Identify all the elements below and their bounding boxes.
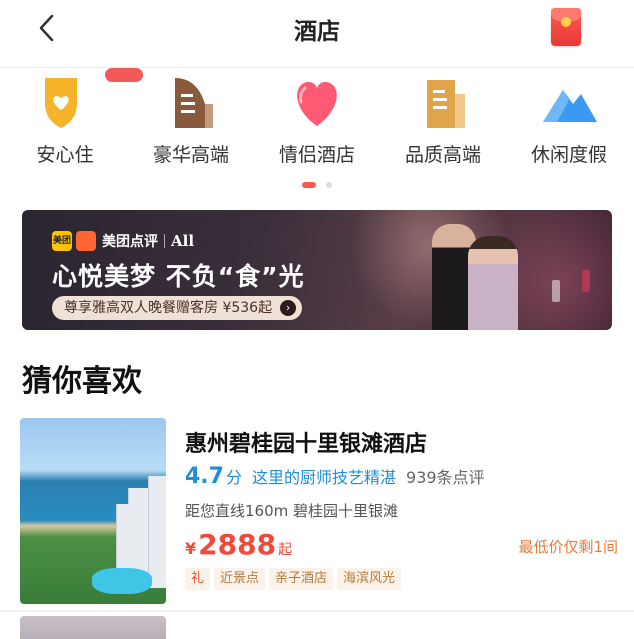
top-nav-bar: 酒店 (0, 0, 634, 68)
hotel-tag: 近景点 (214, 568, 266, 590)
shield-heart-icon (35, 68, 143, 130)
dianping-logo-icon (76, 231, 96, 251)
brand-divider (164, 234, 165, 248)
price-suffix: 起 (278, 542, 293, 558)
hotel-score: 4.7 (185, 464, 224, 489)
meituan-logo: 美团 (52, 231, 72, 251)
category-label: 情侣酒店 (278, 144, 355, 166)
hotel-tags: 礼 近景点 亲子酒店 海滨风光 (185, 568, 405, 590)
category-safe-stay[interactable]: 安心住 (2, 68, 143, 167)
category-couple[interactable]: 情侣酒店 (254, 68, 380, 167)
card-divider (0, 610, 634, 612)
promo-banner[interactable]: 美团 美团点评 All 心悦美梦 不负“食”光 尊享雅高双人晚餐赠客房 ¥536… (22, 210, 612, 330)
category-pager (0, 174, 634, 193)
hotel-tag-gift: 礼 (185, 568, 211, 590)
hotel-review-highlight: 这里的厨师技艺精湛 (252, 468, 397, 487)
section-title: 猜你喜欢 (22, 364, 142, 399)
banner-figure-woman (468, 236, 518, 330)
next-hotel-photo[interactable] (20, 616, 166, 639)
chevron-right-icon: › (280, 300, 297, 316)
banner-photo-couple (422, 218, 532, 330)
category-grid: 安心住 豪华高端 情侣酒店 品质高端 休闲度假 (0, 68, 634, 188)
banner-cta-label: 尊享雅高双人晚餐赠客房 ¥536起 (64, 300, 273, 316)
hotel-photo (20, 418, 166, 604)
hotel-tag: 亲子酒店 (269, 568, 334, 590)
pager-dot (325, 181, 332, 188)
luxury-building-icon (161, 74, 221, 130)
red-envelope-seal (561, 17, 571, 27)
hotel-price: 2888 (198, 528, 277, 561)
category-label: 品质高端 (404, 144, 481, 166)
quality-building-icon (413, 74, 473, 130)
category-quality[interactable]: 品质高端 (380, 68, 506, 167)
red-envelope-button[interactable] (551, 8, 581, 46)
photo-pool (92, 568, 152, 594)
hotel-tag: 海滨风光 (337, 568, 402, 590)
wine-bottle-icon (582, 270, 590, 292)
pager-dot-active (302, 181, 317, 188)
category-leisure[interactable]: 休闲度假 (506, 68, 632, 167)
mountain-icon (539, 74, 599, 130)
category-label: 豪华高端 (152, 144, 229, 166)
photo-building (148, 476, 166, 588)
wine-glass-icon (552, 280, 560, 302)
banner-slogan: 心悦美梦 不负“食”光 (52, 262, 305, 291)
price-currency: ¥ (185, 539, 197, 558)
banner-cta-button[interactable]: 尊享雅高双人晚餐赠客房 ¥536起 › (52, 296, 303, 320)
hotel-rating-row: 4.7 分 这里的厨师技艺精湛 939条点评 (185, 464, 485, 489)
accor-logo: All (171, 232, 195, 250)
brand-name: 美团点评 (102, 234, 158, 250)
low-stock-notice: 最低价仅剩1间 (518, 538, 618, 556)
category-label: 休闲度假 (530, 144, 607, 166)
page-title: 酒店 (294, 19, 340, 45)
category-label: 安心住 (36, 144, 94, 166)
hotel-distance: 距您直线160m 碧桂园十里银滩 (185, 502, 399, 520)
hotel-card[interactable]: 惠州碧桂园十里银滩酒店 4.7 分 这里的厨师技艺精湛 939条点评 距您直线1… (0, 410, 634, 610)
hotel-review-count: 939条点评 (406, 468, 485, 487)
category-luxury[interactable]: 豪华高端 (128, 68, 254, 167)
hotel-name: 惠州碧桂园十里银滩酒店 (185, 432, 428, 457)
hotel-score-unit: 分 (225, 468, 242, 487)
banner-brand-row: 美团 美团点评 All (52, 230, 194, 252)
heart-icon (287, 74, 347, 130)
hotel-price-row: ¥ 2888 起 (185, 528, 292, 561)
